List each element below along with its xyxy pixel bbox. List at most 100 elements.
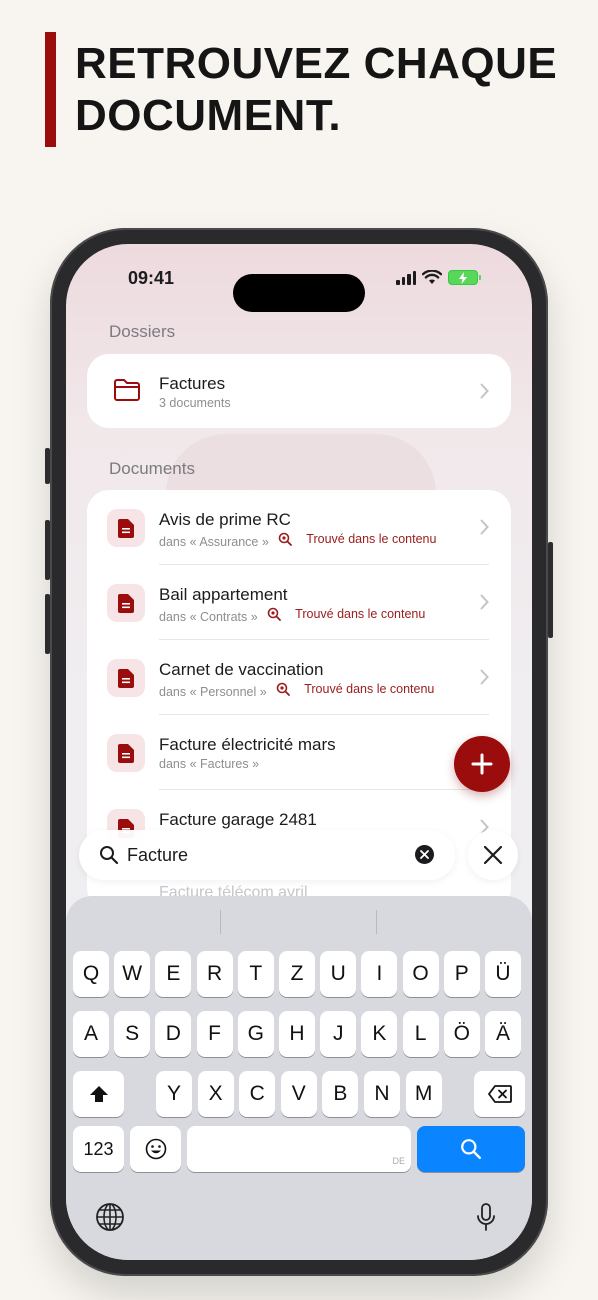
key-ü[interactable]: Ü bbox=[485, 951, 521, 997]
content-match: Trouvé dans le contenu bbox=[278, 532, 437, 546]
key-ä[interactable]: Ä bbox=[485, 1011, 521, 1057]
document-folder: dans « Factures » bbox=[159, 757, 260, 771]
document-icon bbox=[107, 584, 145, 622]
globe-icon[interactable] bbox=[95, 1202, 125, 1232]
suggestion-divider bbox=[376, 910, 377, 934]
status-icons bbox=[396, 270, 481, 285]
headline: RETROUVEZ CHAQUE DOCUMENT. bbox=[75, 39, 558, 140]
headline-accent-bar bbox=[45, 32, 56, 147]
content-search-icon bbox=[276, 682, 291, 696]
status-time: 09:41 bbox=[128, 268, 175, 288]
document-title: Avis de prime RC bbox=[159, 510, 291, 529]
action-button bbox=[45, 448, 50, 484]
search-field[interactable] bbox=[79, 830, 455, 880]
key-d[interactable]: D bbox=[155, 1011, 192, 1057]
key-v[interactable]: V bbox=[280, 1071, 317, 1117]
suggestion-divider bbox=[220, 910, 221, 934]
document-icon bbox=[107, 509, 145, 547]
document-title: Carnet de vaccination bbox=[159, 660, 324, 679]
key-l[interactable]: L bbox=[402, 1011, 439, 1057]
shift-key[interactable] bbox=[73, 1071, 124, 1117]
key-z[interactable]: Z bbox=[279, 951, 315, 997]
document-folder: dans « Contrats » bbox=[159, 610, 258, 624]
search-icon bbox=[100, 846, 119, 865]
folder-row-factures[interactable]: Factures 3 documents bbox=[87, 354, 511, 428]
key-k[interactable]: K bbox=[361, 1011, 398, 1057]
key-r[interactable]: R bbox=[196, 951, 233, 997]
document-row[interactable]: Facture électricité mars dans « Factures… bbox=[87, 715, 511, 790]
plus-icon bbox=[471, 753, 493, 775]
folder-icon bbox=[114, 379, 140, 401]
numbers-key[interactable]: 123 bbox=[73, 1126, 124, 1172]
document-title: Facture électricité mars bbox=[159, 735, 336, 754]
add-document-button[interactable] bbox=[454, 736, 510, 792]
key-y[interactable]: Y bbox=[156, 1071, 192, 1117]
key-p[interactable]: P bbox=[443, 951, 480, 997]
content-match: Trouvé dans le contenu bbox=[276, 682, 435, 696]
key-t[interactable]: T bbox=[237, 951, 274, 997]
chevron-right-icon bbox=[480, 594, 489, 610]
key-n[interactable]: N bbox=[364, 1071, 400, 1117]
content-search-icon bbox=[278, 532, 293, 546]
document-title: Bail appartement bbox=[159, 585, 288, 604]
key-o[interactable]: O bbox=[402, 951, 439, 997]
chevron-right-icon bbox=[480, 669, 489, 685]
content-match-label: Trouvé dans le contenu bbox=[295, 607, 426, 621]
key-s[interactable]: S bbox=[114, 1011, 151, 1057]
key-h[interactable]: H bbox=[279, 1011, 315, 1057]
document-row[interactable]: Bail appartement dans « Contrats » Trouv… bbox=[87, 565, 511, 640]
emoji-key[interactable] bbox=[130, 1126, 181, 1172]
folder-count: 3 documents bbox=[159, 396, 231, 410]
clear-search-button[interactable] bbox=[415, 845, 434, 864]
key-a[interactable]: A bbox=[73, 1011, 109, 1057]
key-c[interactable]: C bbox=[239, 1071, 276, 1117]
key-u[interactable]: U bbox=[320, 951, 357, 997]
space-key[interactable]: DE bbox=[187, 1126, 411, 1172]
search-input[interactable] bbox=[127, 842, 397, 868]
content-search-icon bbox=[267, 607, 282, 621]
document-icon bbox=[107, 659, 145, 697]
document-meta: dans « Personnel » Trouvé dans le conten… bbox=[159, 682, 434, 699]
folder-name: Factures bbox=[159, 374, 226, 393]
document-meta: dans « Assurance » Trouvé dans le conten… bbox=[159, 532, 436, 549]
battery-icon bbox=[448, 270, 481, 285]
volume-down-button bbox=[45, 594, 50, 654]
document-icon bbox=[107, 734, 145, 772]
key-m[interactable]: M bbox=[405, 1071, 442, 1117]
delete-key[interactable] bbox=[474, 1071, 525, 1117]
close-icon bbox=[483, 845, 503, 865]
key-w[interactable]: W bbox=[114, 951, 151, 997]
close-search-button[interactable] bbox=[468, 830, 518, 880]
phone-screen: 09:41 Dossiers Factures 3 documents Docu… bbox=[66, 244, 532, 1260]
content-match-label: Trouvé dans le contenu bbox=[304, 682, 435, 696]
document-folder: dans « Personnel » bbox=[159, 685, 267, 699]
search-icon bbox=[461, 1139, 482, 1160]
key-j[interactable]: J bbox=[320, 1011, 357, 1057]
key-x[interactable]: X bbox=[197, 1071, 234, 1117]
signal-icon bbox=[396, 270, 416, 285]
chevron-right-icon bbox=[480, 383, 489, 399]
search-key[interactable] bbox=[417, 1126, 525, 1172]
key-ö[interactable]: Ö bbox=[443, 1011, 480, 1057]
document-folder: dans « Assurance » bbox=[159, 535, 269, 549]
keyboard-language: DE bbox=[392, 1156, 405, 1166]
power-button bbox=[548, 542, 553, 638]
volume-up-button bbox=[45, 520, 50, 580]
key-f[interactable]: F bbox=[196, 1011, 233, 1057]
document-title: Facture garage 2481 bbox=[159, 810, 317, 829]
emoji-icon bbox=[145, 1138, 166, 1160]
key-i[interactable]: I bbox=[361, 951, 398, 997]
key-q[interactable]: Q bbox=[73, 951, 109, 997]
clear-icon bbox=[420, 850, 429, 859]
key-e[interactable]: E bbox=[155, 951, 192, 997]
wifi-icon bbox=[422, 270, 442, 284]
key-g[interactable]: G bbox=[237, 1011, 274, 1057]
content-match-label: Trouvé dans le contenu bbox=[306, 532, 437, 546]
content-match: Trouvé dans le contenu bbox=[267, 607, 426, 621]
document-row[interactable]: Carnet de vaccination dans « Personnel »… bbox=[87, 640, 511, 715]
key-b[interactable]: B bbox=[322, 1071, 359, 1117]
backspace-icon bbox=[487, 1085, 512, 1103]
document-row[interactable]: Avis de prime RC dans « Assurance » Trou… bbox=[87, 490, 511, 565]
microphone-icon[interactable] bbox=[471, 1202, 501, 1232]
folders-section-label: Dossiers bbox=[109, 322, 176, 341]
